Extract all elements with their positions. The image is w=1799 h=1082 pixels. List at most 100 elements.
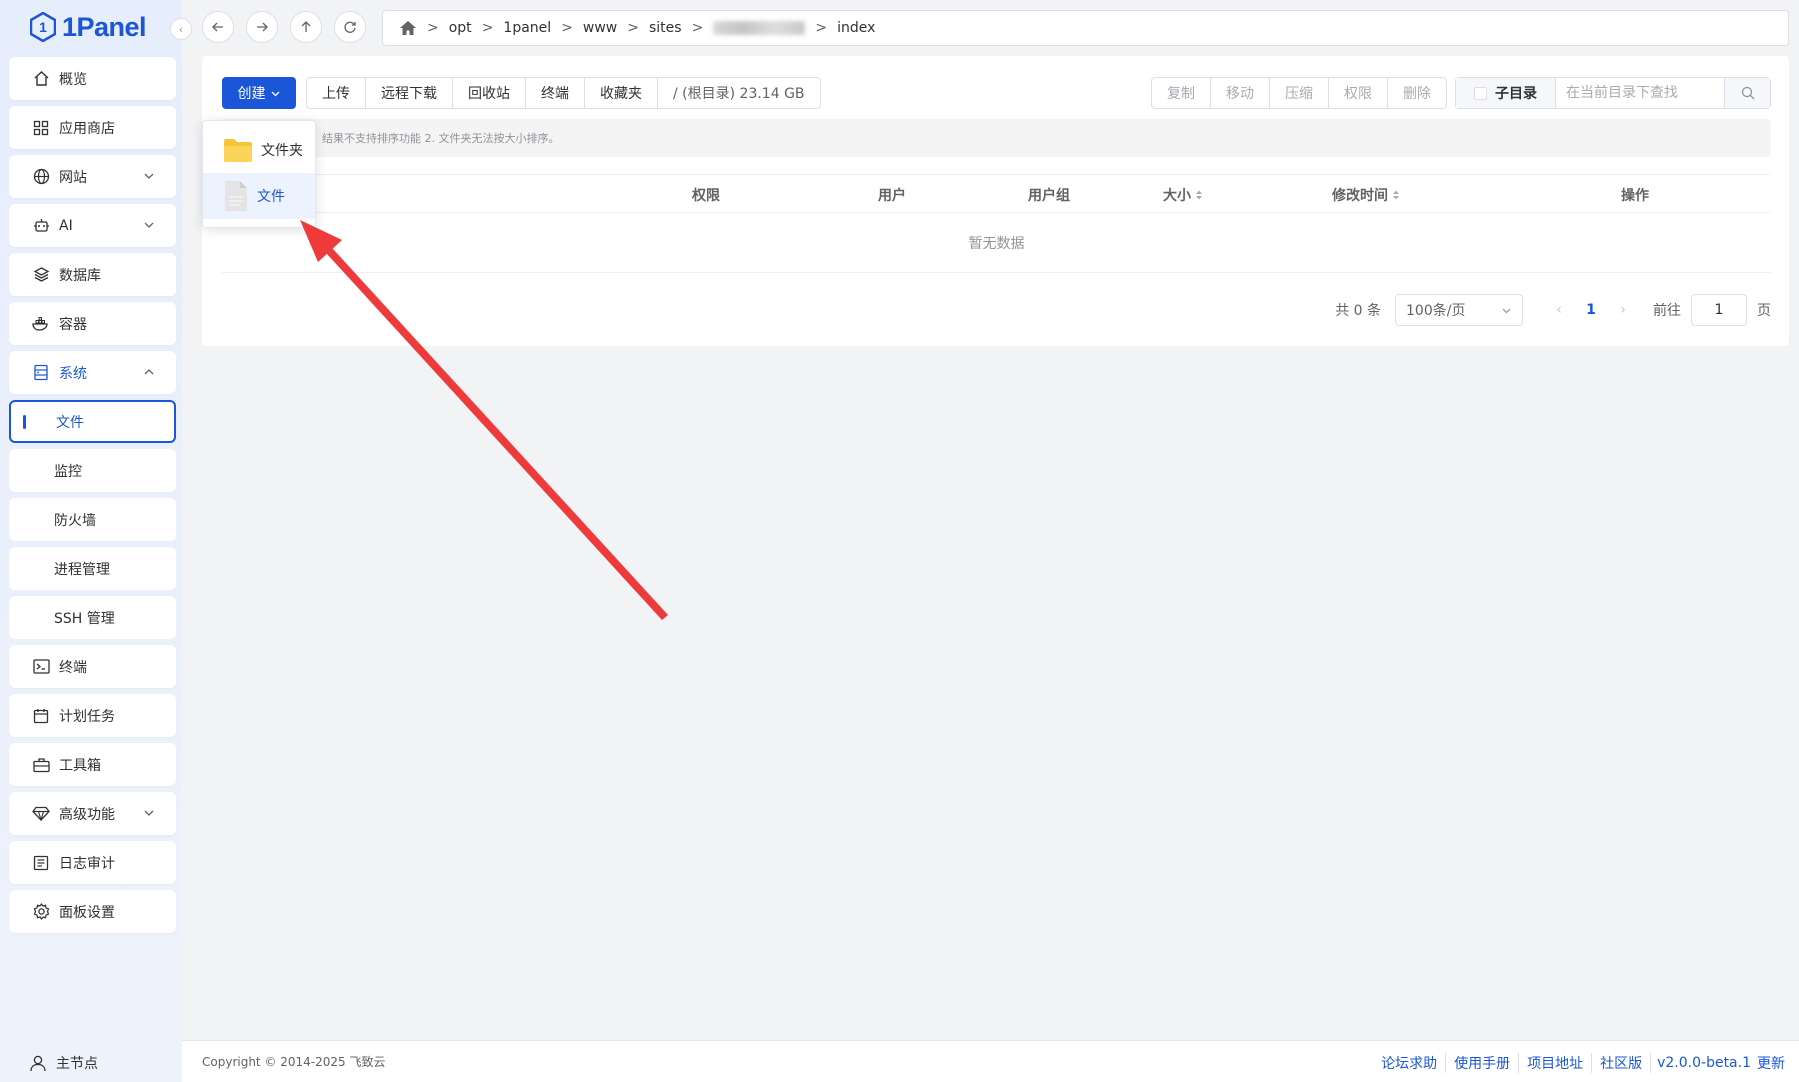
next-page-button[interactable]: ›	[1607, 302, 1639, 318]
sidebar-item-label: 文件	[56, 414, 84, 431]
column-header-size[interactable]: 大小	[1163, 185, 1203, 205]
subdirectory-label: 子目录	[1495, 86, 1537, 102]
info-notice: 结果不支持排序功能 2. 文件夹无法按大小排序。	[222, 119, 1771, 157]
page-size-select[interactable]: 100条/页	[1395, 294, 1523, 326]
search-icon	[1741, 86, 1754, 100]
column-header-group: 用户组	[1028, 188, 1070, 204]
sidebar-item-system[interactable]: 系统	[9, 351, 176, 394]
breadcrumb-item[interactable]: 1panel	[503, 20, 551, 36]
sort-icon[interactable]	[1392, 189, 1400, 201]
favorites-button[interactable]: 收藏夹	[585, 78, 658, 108]
sidebar-item-label: 工具箱	[59, 757, 101, 774]
sidebar-subitem-ssh[interactable]: SSH 管理	[9, 596, 176, 639]
column-header-actions: 操作	[1621, 188, 1649, 204]
create-file-option[interactable]: 文件	[203, 173, 315, 219]
breadcrumb-separator: >	[691, 20, 704, 36]
subdirectory-checkbox[interactable]: 子目录	[1456, 78, 1556, 108]
sidebar-item-overview[interactable]: 概览	[9, 57, 176, 100]
breadcrumb-item[interactable]: index	[837, 20, 875, 36]
page-number[interactable]: 1	[1575, 302, 1607, 318]
robot-icon	[31, 216, 51, 236]
gear-icon	[31, 902, 51, 922]
recycle-bin-button[interactable]: 回收站	[453, 78, 526, 108]
sidebar-menu: 概览 应用商店 网站 AI 数据库 容器 系统 文件 监控 防火墙 进程管理 S…	[9, 57, 176, 939]
search-button[interactable]	[1724, 78, 1770, 108]
sort-icon[interactable]	[1195, 189, 1203, 201]
sidebar-subitem-process[interactable]: 进程管理	[9, 547, 176, 590]
prev-page-button[interactable]: ‹	[1543, 302, 1575, 318]
sidebar-item-settings[interactable]: 面板设置	[9, 890, 176, 933]
create-dropdown-menu: 文件夹 文件	[202, 120, 316, 228]
sidebar-item-website[interactable]: 网站	[9, 155, 176, 198]
disk-usage-button[interactable]: / (根目录) 23.14 GB	[658, 78, 820, 108]
copy-button[interactable]: 复制	[1152, 78, 1211, 108]
sidebar-item-terminal[interactable]: 终端	[9, 645, 176, 688]
sidebar-item-container[interactable]: 容器	[9, 302, 176, 345]
file-icon	[225, 181, 247, 211]
docker-icon	[31, 314, 51, 334]
sidebar-item-label: 计划任务	[59, 708, 115, 725]
sidebar-item-cron[interactable]: 计划任务	[9, 694, 176, 737]
refresh-button[interactable]	[334, 11, 366, 43]
sidebar-item-logs[interactable]: 日志审计	[9, 841, 176, 884]
sidebar-item-label: AI	[59, 217, 73, 234]
breadcrumb-item[interactable]: opt	[449, 20, 472, 36]
log-icon	[31, 853, 51, 873]
forum-link[interactable]: 论坛求助	[1373, 1053, 1447, 1073]
sidebar-item-label: 系统	[59, 365, 87, 382]
sidebar-subitem-files[interactable]: 文件	[9, 400, 176, 443]
layers-icon	[31, 265, 51, 285]
sidebar-subitem-monitor[interactable]: 监控	[9, 449, 176, 492]
node-selector[interactable]: 主节点	[30, 1053, 98, 1073]
checkbox[interactable]	[1474, 86, 1487, 100]
node-label: 主节点	[56, 1056, 98, 1072]
column-header-modified[interactable]: 修改时间	[1332, 185, 1400, 205]
sidebar-subitem-firewall[interactable]: 防火墙	[9, 498, 176, 541]
page-unit-label: 页	[1757, 303, 1771, 319]
sidebar-collapse-button[interactable]: ‹	[170, 18, 192, 40]
selection-toolbar: 复制 移动 压缩 权限 删除 子目录	[1151, 77, 1771, 109]
create-folder-option[interactable]: 文件夹	[203, 127, 315, 173]
remote-download-button[interactable]: 远程下载	[366, 78, 453, 108]
home-icon[interactable]	[399, 20, 417, 36]
table-header: 权限 用户 用户组 大小 修改时间 操作	[222, 174, 1771, 213]
delete-button[interactable]: 删除	[1388, 78, 1446, 108]
chevron-down-icon	[144, 222, 154, 228]
sidebar-item-app-store[interactable]: 应用商店	[9, 106, 176, 149]
breadcrumb-item[interactable]: sites	[649, 20, 682, 36]
column-header-permission: 权限	[692, 188, 720, 204]
upload-button[interactable]: 上传	[307, 78, 366, 108]
move-button[interactable]: 移动	[1211, 78, 1270, 108]
sidebar-item-advanced[interactable]: 高级功能	[9, 792, 176, 835]
edition-link[interactable]: 社区版	[1592, 1053, 1652, 1073]
user-icon	[30, 1055, 46, 1071]
terminal-button[interactable]: 终端	[526, 78, 585, 108]
arrow-left-icon	[212, 22, 223, 32]
sidebar-item-label: 终端	[59, 659, 87, 676]
create-button[interactable]: 创建	[222, 77, 296, 109]
sidebar-item-toolbox[interactable]: 工具箱	[9, 743, 176, 786]
app-logo[interactable]: 1 1Panel	[30, 10, 147, 44]
project-link[interactable]: 项目地址	[1519, 1053, 1593, 1073]
search-input[interactable]	[1556, 78, 1724, 108]
chevron-up-icon	[144, 369, 154, 375]
pagination: 共 0 条 100条/页 ‹ 1 › 前往 1 页	[1335, 294, 1771, 326]
compress-button[interactable]: 压缩	[1270, 78, 1329, 108]
back-button[interactable]	[202, 11, 234, 43]
forward-button[interactable]	[246, 11, 278, 43]
up-button[interactable]	[290, 11, 322, 43]
copyright-text: Copyright © 2014-2025 飞致云	[202, 1055, 386, 1069]
update-link[interactable]: 更新	[1757, 1053, 1789, 1073]
sidebar-item-database[interactable]: 数据库	[9, 253, 176, 296]
sidebar-item-label: 概览	[59, 71, 87, 88]
sidebar-item-label: 容器	[59, 316, 87, 333]
permission-button[interactable]: 权限	[1329, 78, 1388, 108]
breadcrumb-item-redacted[interactable]	[713, 21, 806, 35]
breadcrumb-item[interactable]: www	[583, 20, 617, 36]
file-action-group: 上传 远程下载 回收站 终端 收藏夹 / (根目录) 23.14 GB	[306, 77, 821, 109]
goto-page-input[interactable]: 1	[1691, 294, 1747, 326]
manual-link[interactable]: 使用手册	[1446, 1053, 1520, 1073]
sidebar-item-ai[interactable]: AI	[9, 204, 176, 247]
sidebar-item-label: 数据库	[59, 267, 101, 284]
grid-icon	[31, 118, 51, 138]
